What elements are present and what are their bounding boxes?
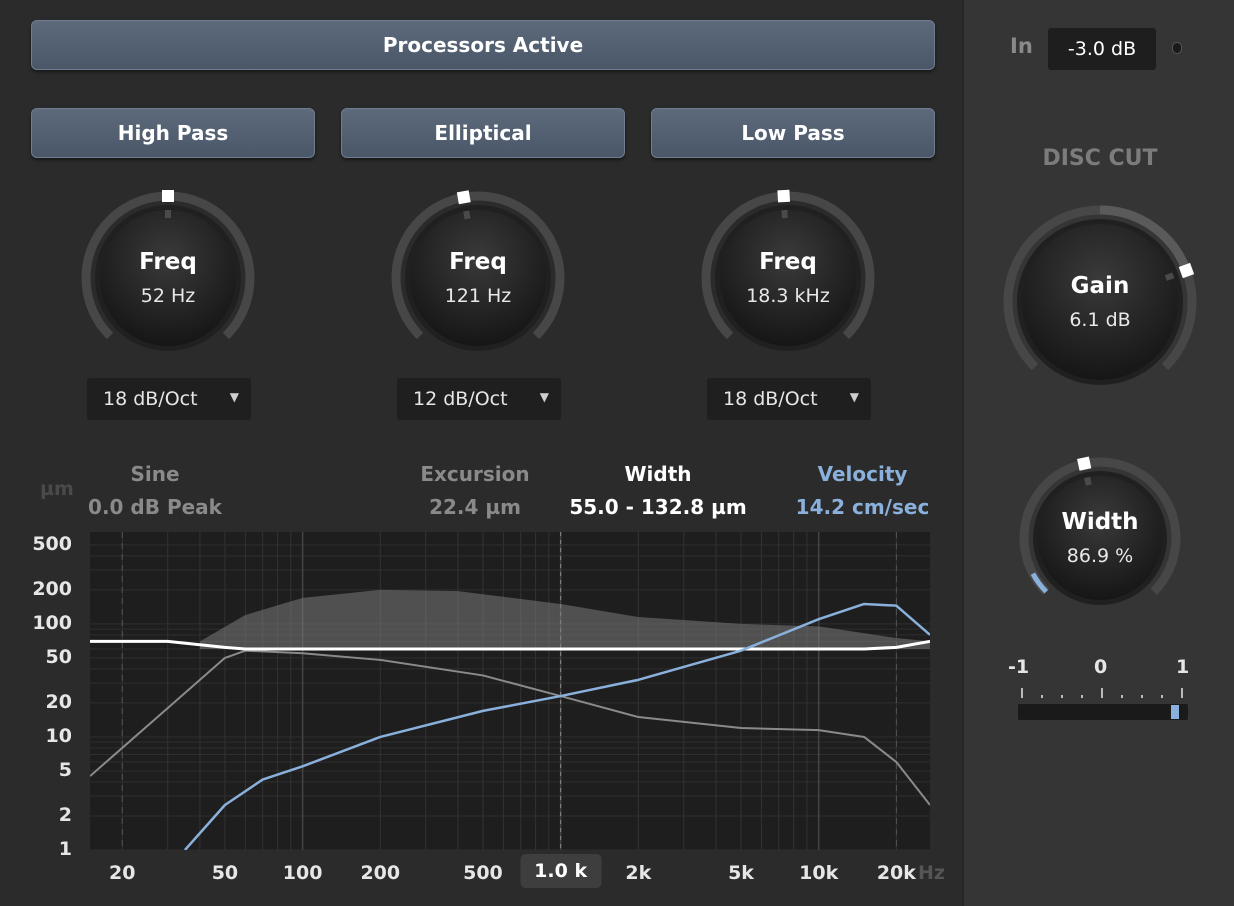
slope-value: 12 dB/Oct bbox=[413, 388, 508, 410]
width-value: 55.0 - 132.8 µm bbox=[569, 495, 747, 519]
x-tick-label[interactable]: 500 bbox=[463, 862, 503, 884]
balance-meter-marker bbox=[1171, 705, 1180, 719]
x-tick-label[interactable]: 2k bbox=[625, 862, 651, 884]
y-tick-label: 100 bbox=[32, 611, 72, 634]
disc-cut-title: DISC CUT bbox=[1042, 146, 1158, 171]
x-tick-label[interactable]: 10k bbox=[799, 862, 838, 884]
sine-value: 0.0 dB Peak bbox=[88, 495, 222, 519]
knob-dial bbox=[81, 190, 255, 351]
low-pass-button[interactable]: Low Pass bbox=[651, 108, 935, 158]
y-tick-label: 50 bbox=[45, 645, 72, 668]
width-knob[interactable]: Width 86.9 % bbox=[1016, 454, 1184, 622]
low-pass-slope-select[interactable]: 18 dB/Oct ▼ bbox=[707, 378, 871, 420]
y-tick-label: 200 bbox=[32, 577, 72, 600]
balance-meter bbox=[1018, 704, 1188, 720]
input-label: In bbox=[1010, 34, 1033, 58]
high-pass-slope-select[interactable]: 18 dB/Oct ▼ bbox=[87, 378, 251, 420]
width-readout: Width 55.0 - 132.8 µm bbox=[568, 462, 748, 519]
high-pass-freq-knob[interactable]: Freq 52 Hz bbox=[78, 188, 258, 368]
chevron-down-icon: ▼ bbox=[539, 390, 549, 404]
x-tick-label[interactable]: 200 bbox=[360, 862, 400, 884]
chevron-down-icon: ▼ bbox=[229, 390, 239, 404]
knob-pointer bbox=[1077, 456, 1092, 471]
y-tick-label: 10 bbox=[45, 724, 72, 747]
y-tick-label: 20 bbox=[45, 690, 72, 713]
balance-label-center: 0 bbox=[1094, 656, 1108, 678]
balance-label-min: -1 bbox=[1008, 656, 1030, 678]
y-tick-label: 5 bbox=[58, 758, 72, 781]
knob-pointer bbox=[162, 190, 174, 202]
sine-label: Sine bbox=[130, 462, 180, 486]
gain-knob[interactable]: Gain 6.1 dB bbox=[1000, 202, 1200, 402]
width-label: Width bbox=[624, 462, 692, 486]
output-panel: In -3.0 dB DISC CUT Gain 6.1 dB Width 86.9… bbox=[962, 0, 1234, 906]
balance-label-max: 1 bbox=[1176, 656, 1190, 678]
elliptical-button[interactable]: Elliptical bbox=[341, 108, 625, 158]
x-tick-label[interactable]: 20 bbox=[109, 862, 135, 884]
y-tick-label: 500 bbox=[32, 532, 72, 555]
x-tick-label[interactable]: 100 bbox=[283, 862, 323, 884]
knob-dial bbox=[391, 190, 565, 351]
velocity-readout: Velocity 14.2 cm/sec bbox=[785, 462, 940, 519]
elliptical-freq-knob[interactable]: Freq 121 Hz bbox=[388, 188, 568, 368]
slope-value: 18 dB/Oct bbox=[103, 388, 198, 410]
x-tick-label[interactable]: 20k bbox=[877, 862, 916, 884]
clip-indicator-icon bbox=[1172, 42, 1182, 54]
excursion-graph[interactable] bbox=[90, 532, 930, 850]
input-gain-value: -3.0 dB bbox=[1067, 38, 1137, 60]
knob-dial bbox=[1003, 205, 1197, 385]
filter-panel: Processors Active High Pass Elliptical L… bbox=[0, 0, 962, 906]
balance-ticks bbox=[1021, 688, 1183, 698]
processors-active-button[interactable]: Processors Active bbox=[31, 20, 935, 70]
slope-value: 18 dB/Oct bbox=[723, 388, 818, 410]
x-tick-label[interactable]: 1.0 k bbox=[520, 854, 602, 888]
velocity-value: 14.2 cm/sec bbox=[795, 495, 930, 519]
x-tick-label[interactable]: 5k bbox=[728, 862, 754, 884]
x-tick-label[interactable]: 50 bbox=[212, 862, 238, 884]
knob-pointer bbox=[456, 190, 471, 205]
knob-pointer bbox=[777, 189, 791, 203]
knob-dial bbox=[1019, 456, 1181, 605]
excursion-label: Excursion bbox=[420, 462, 530, 486]
input-gain-field[interactable]: -3.0 dB bbox=[1048, 28, 1156, 70]
chevron-down-icon: ▼ bbox=[849, 390, 859, 404]
velocity-label: Velocity bbox=[817, 462, 908, 486]
low-pass-freq-knob[interactable]: Freq 18.3 kHz bbox=[698, 188, 878, 368]
knob-dial bbox=[701, 189, 875, 351]
high-pass-button[interactable]: High Pass bbox=[31, 108, 315, 158]
y-tick-label: 2 bbox=[58, 803, 72, 826]
elliptical-slope-select[interactable]: 12 dB/Oct ▼ bbox=[397, 378, 561, 420]
excursion-value: 22.4 µm bbox=[429, 495, 521, 519]
excursion-readout: Excursion 22.4 µm bbox=[395, 462, 555, 519]
sine-readout: Sine 0.0 dB Peak bbox=[80, 462, 230, 519]
x-unit-label: Hz bbox=[918, 862, 945, 884]
y-unit-label: µm bbox=[40, 478, 74, 500]
y-tick-label: 1 bbox=[58, 838, 72, 860]
